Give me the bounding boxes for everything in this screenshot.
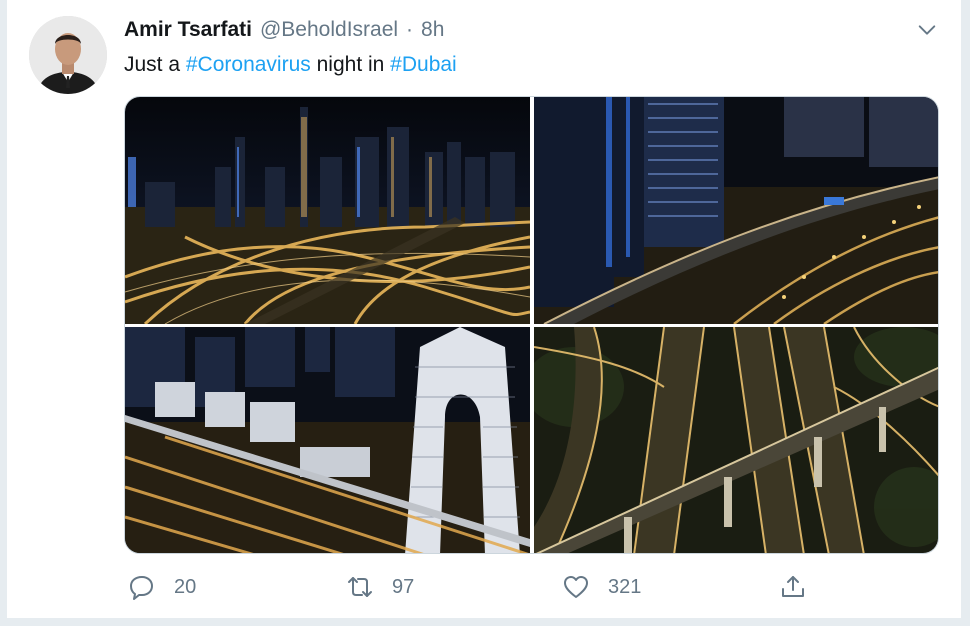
reply-icon: [128, 573, 156, 601]
tweet-actions: 20 97 321: [124, 568, 824, 606]
share-button[interactable]: [779, 568, 807, 606]
tweet-text: Just a #Coronavirus night in #Dubai: [124, 53, 457, 77]
hashtag-dubai[interactable]: #Dubai: [390, 53, 457, 76]
like-count: 321: [608, 575, 642, 598]
tweet-card[interactable]: Amir Tsarfati @BeholdIsrael · 8h Just a …: [6, 0, 962, 618]
retweet-count: 97: [392, 575, 415, 598]
avatar[interactable]: [29, 16, 107, 94]
hashtag-coronavirus[interactable]: #Coronavirus: [186, 53, 311, 76]
chevron-down-icon: [918, 25, 936, 35]
heart-icon: [562, 573, 590, 601]
tweet-menu-button[interactable]: [913, 18, 941, 42]
tweet-text-prefix: Just a: [124, 53, 186, 76]
author-name[interactable]: Amir Tsarfati: [124, 18, 252, 42]
media-photo-3[interactable]: [125, 327, 530, 553]
media-photo-1[interactable]: [125, 97, 530, 324]
like-button[interactable]: 321: [562, 568, 641, 606]
reply-count: 20: [174, 575, 197, 598]
author-handle[interactable]: @BeholdIsrael: [260, 18, 398, 42]
tweet-text-middle: night in: [310, 53, 391, 76]
retweet-button[interactable]: 97: [346, 568, 414, 606]
share-icon: [779, 573, 807, 601]
retweet-icon: [346, 573, 374, 601]
tweet-header: Amir Tsarfati @BeholdIsrael · 8h: [124, 18, 444, 46]
media-photo-2[interactable]: [534, 97, 938, 324]
tweet-timestamp[interactable]: 8h: [421, 18, 444, 42]
separator-dot: ·: [406, 18, 414, 41]
reply-button[interactable]: 20: [128, 568, 196, 606]
media-photo-4[interactable]: [534, 327, 938, 553]
media-grid: [124, 96, 939, 554]
